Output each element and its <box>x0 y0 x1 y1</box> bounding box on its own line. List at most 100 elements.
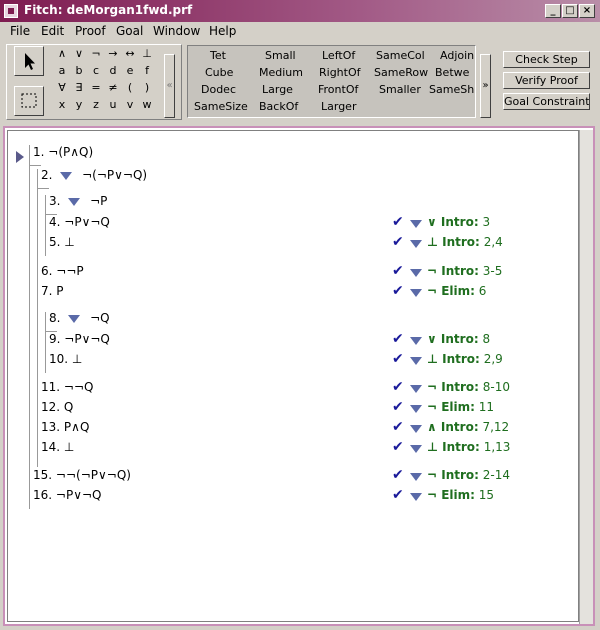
symbol-b[interactable]: b <box>72 64 86 77</box>
symbol-x[interactable]: x <box>55 98 69 111</box>
rule-menu-triangle-icon[interactable] <box>410 357 422 365</box>
symbol-equals[interactable]: = <box>89 81 103 94</box>
proof-editor[interactable]: 1. ¬(P∧Q) 2. ¬(¬P∨¬Q) 3. ¬P 4. ¬P∨¬Q ✔ ∨… <box>7 130 579 622</box>
proof-step[interactable]: 11. ¬¬Q <box>41 380 93 394</box>
proof-step[interactable]: 15. ¬¬(¬P∨¬Q) <box>33 468 131 482</box>
symbol-or[interactable]: ∨ <box>72 47 86 60</box>
rule-menu-triangle-icon[interactable] <box>410 289 422 297</box>
menu-help[interactable]: Help <box>209 24 236 38</box>
symbol-implies[interactable]: → <box>106 47 120 60</box>
symbol-and[interactable]: ∧ <box>55 47 69 60</box>
predicate-tet[interactable]: Tet <box>210 49 226 62</box>
rule-menu-triangle-icon[interactable] <box>410 445 422 453</box>
step-sentence[interactable]: ¬P∨¬Q <box>56 488 102 502</box>
predicate-sameshape[interactable]: SameSh <box>429 83 474 96</box>
symbol-e[interactable]: e <box>123 64 137 77</box>
predicates-scroll-right-button[interactable]: » <box>480 54 491 118</box>
check-step-button[interactable]: Check Step <box>503 51 590 68</box>
predicate-larger[interactable]: Larger <box>321 100 356 113</box>
rule-citation[interactable]: ¬ Elim: 11 <box>427 400 494 414</box>
proof-step[interactable]: 5. ⊥ <box>49 235 75 249</box>
step-sentence[interactable]: ¬¬P <box>56 264 83 278</box>
minimize-button[interactable]: _ <box>545 4 561 18</box>
proof-step[interactable]: 1. ¬(P∧Q) <box>33 145 93 159</box>
step-sentence[interactable]: ¬¬Q <box>64 380 94 394</box>
rule-citation[interactable]: ¬ Elim: 6 <box>427 284 486 298</box>
symbol-not-equals[interactable]: ≠ <box>106 81 120 94</box>
goal-constraints-button[interactable]: Goal Constraints <box>503 93 590 110</box>
rule-citation[interactable]: ∨ Intro: 3 <box>427 215 490 229</box>
predicate-rightof[interactable]: RightOf <box>319 66 361 79</box>
menu-proof[interactable]: Proof <box>75 24 106 38</box>
step-sentence[interactable]: ⊥ <box>64 235 74 249</box>
symbol-z[interactable]: z <box>89 98 103 111</box>
rule-menu-triangle-icon[interactable] <box>410 473 422 481</box>
proof-step[interactable]: 3. ¬P <box>49 194 107 208</box>
rule-menu-triangle-icon[interactable] <box>410 269 422 277</box>
predicate-samerow[interactable]: SameRow <box>374 66 428 79</box>
verify-proof-button[interactable]: Verify Proof <box>503 72 590 89</box>
predicate-dodec[interactable]: Dodec <box>201 83 236 96</box>
step-menu-triangle-icon[interactable] <box>68 197 81 206</box>
close-button[interactable]: × <box>579 4 595 18</box>
step-sentence[interactable]: P∧Q <box>64 420 89 434</box>
symbol-bottom[interactable]: ⊥ <box>140 47 154 60</box>
rule-citation[interactable]: ∨ Intro: 8 <box>427 332 490 346</box>
step-sentence[interactable]: ¬¬(¬P∨¬Q) <box>56 468 131 482</box>
step-sentence[interactable]: ¬(P∧Q) <box>48 145 93 159</box>
rule-citation[interactable]: ¬ Intro: 8-10 <box>427 380 510 394</box>
predicate-samecol[interactable]: SameCol <box>376 49 425 62</box>
predicate-smaller[interactable]: Smaller <box>379 83 421 96</box>
step-sentence[interactable]: Q <box>64 400 73 414</box>
predicates-scroll-left-button[interactable]: « <box>164 54 175 118</box>
predicate-backof[interactable]: BackOf <box>259 100 298 113</box>
predicate-between[interactable]: Betwe <box>435 66 469 79</box>
rule-citation[interactable]: ¬ Intro: 2-14 <box>427 468 510 482</box>
rule-citation[interactable]: ¬ Elim: 15 <box>427 488 494 502</box>
step-menu-triangle-icon[interactable] <box>68 314 81 323</box>
rule-citation[interactable]: ∧ Intro: 7,12 <box>427 420 509 434</box>
rule-menu-triangle-icon[interactable] <box>410 220 422 228</box>
rule-citation[interactable]: ⊥ Intro: 2,4 <box>427 235 503 249</box>
predicate-samesize[interactable]: SameSize <box>194 100 248 113</box>
proof-step[interactable]: 12. Q <box>41 400 73 414</box>
symbol-f[interactable]: f <box>140 64 154 77</box>
select-tool-button[interactable] <box>14 86 44 116</box>
predicate-small[interactable]: Small <box>265 49 296 62</box>
symbol-lparen[interactable]: ( <box>123 81 137 94</box>
symbol-v[interactable]: v <box>123 98 137 111</box>
proof-step[interactable]: 4. ¬P∨¬Q <box>49 215 110 229</box>
symbol-y[interactable]: y <box>72 98 86 111</box>
menu-goal[interactable]: Goal <box>116 24 143 38</box>
predicate-frontof[interactable]: FrontOf <box>318 83 358 96</box>
symbol-iff[interactable]: ↔ <box>123 47 137 60</box>
proof-step[interactable]: 8. ¬Q <box>49 311 110 325</box>
menu-window[interactable]: Window <box>153 24 200 38</box>
symbol-w[interactable]: w <box>140 98 154 111</box>
symbol-a[interactable]: a <box>55 64 69 77</box>
rule-citation[interactable]: ¬ Intro: 3-5 <box>427 264 502 278</box>
rule-citation[interactable]: ⊥ Intro: 2,9 <box>427 352 503 366</box>
symbol-exists[interactable]: ∃ <box>72 81 86 94</box>
rule-menu-triangle-icon[interactable] <box>410 240 422 248</box>
maximize-button[interactable]: □ <box>562 4 578 18</box>
step-sentence[interactable]: ⊥ <box>64 440 74 454</box>
rule-menu-triangle-icon[interactable] <box>410 425 422 433</box>
proof-step[interactable]: 7. P <box>41 284 64 298</box>
step-sentence[interactable]: ¬P∨¬Q <box>64 332 110 346</box>
predicate-large[interactable]: Large <box>262 83 293 96</box>
rule-citation[interactable]: ⊥ Intro: 1,13 <box>427 440 510 454</box>
step-sentence[interactable]: ¬(¬P∨¬Q) <box>82 168 147 182</box>
predicate-leftof[interactable]: LeftOf <box>322 49 355 62</box>
proof-step[interactable]: 10. ⊥ <box>49 352 82 366</box>
rule-menu-triangle-icon[interactable] <box>410 405 422 413</box>
step-sentence[interactable]: P <box>56 284 63 298</box>
step-sentence[interactable]: ¬P∨¬Q <box>64 215 110 229</box>
symbol-u[interactable]: u <box>106 98 120 111</box>
predicate-adjoins[interactable]: Adjoin <box>440 49 474 62</box>
proof-step[interactable]: 2. ¬(¬P∨¬Q) <box>41 168 147 182</box>
rule-menu-triangle-icon[interactable] <box>410 385 422 393</box>
symbol-not[interactable]: ¬ <box>89 47 103 60</box>
symbol-rparen[interactable]: ) <box>140 81 154 94</box>
proof-step[interactable]: 9. ¬P∨¬Q <box>49 332 110 346</box>
